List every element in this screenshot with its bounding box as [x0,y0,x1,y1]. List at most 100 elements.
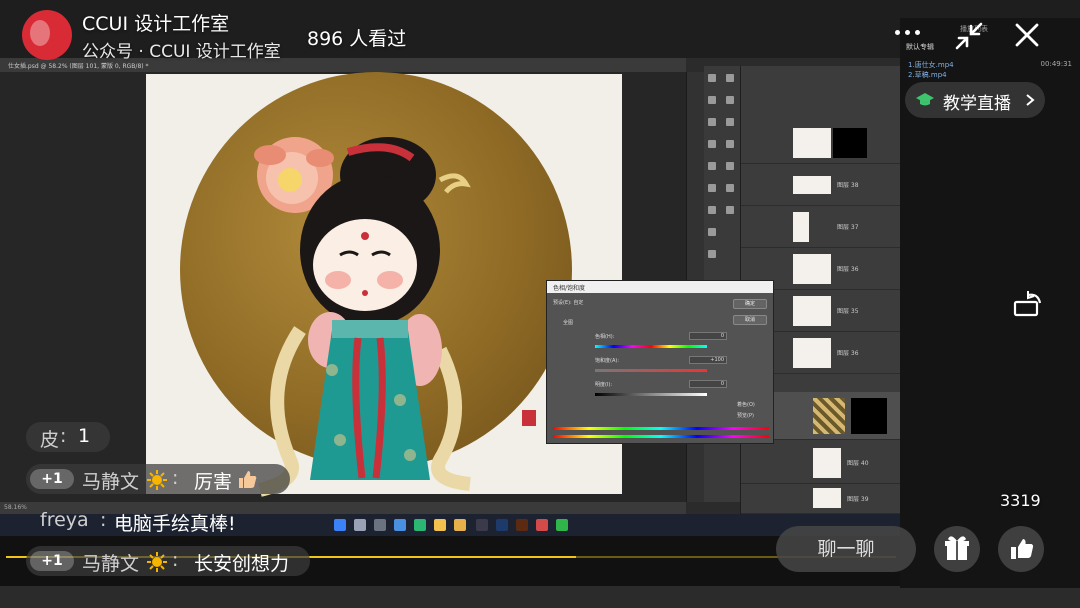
comment-item[interactable]: +1 马静文 : 长安创想力 [26,546,310,576]
lasso-tool-icon[interactable] [708,118,716,126]
comment-user: freya [40,509,89,531]
live-teaching-button[interactable]: 教学直播 [905,82,1045,118]
app2-icon[interactable] [536,519,548,531]
sun-emoji-icon [147,470,167,490]
zoom-tool-icon[interactable] [708,250,716,258]
marquee-tool-icon[interactable] [708,96,716,104]
crop-tool-icon[interactable] [708,140,716,148]
folder-icon[interactable] [434,519,446,531]
pen-tool-icon[interactable] [726,118,734,126]
layer-mask-thumbnail [851,398,887,434]
colorize-checkbox[interactable]: 着色(O) [737,401,755,408]
search-icon[interactable] [354,519,366,531]
more-icon[interactable] [893,22,923,42]
saturation-value-field[interactable]: +100 [689,356,727,364]
comment-text: 长安创想力 [194,553,290,575]
preview-checkbox[interactable]: 预览(P) [737,412,754,419]
select-tool-icon[interactable] [726,74,734,82]
playlist-item[interactable]: 1.唐仕女.mp4 [908,60,954,70]
hue-spectrum-top [553,427,769,430]
comment-text: 电脑手绘真棒! [114,513,236,535]
hue-label: 色相(H): [595,334,615,340]
playlist-item[interactable]: 2.草稿.mp4 [908,70,947,80]
layer-row[interactable]: 图层 39 [741,484,901,514]
comment-user: 马静文 [82,553,140,575]
eyedropper-tool-icon[interactable] [726,96,734,104]
like-button[interactable] [998,526,1044,572]
layer-thumbnail [793,212,809,242]
app-icon[interactable] [454,519,466,531]
host-name[interactable]: CCUI 设计工作室 [82,9,229,36]
sun-emoji-icon [147,552,167,572]
lightness-value-field[interactable]: 0 [689,380,727,388]
bridge-icon[interactable] [476,519,488,531]
comment-text: 厉害 [194,471,233,493]
comment-item[interactable]: freya : 电脑手绘真棒! [26,506,266,536]
live-teaching-label: 教学直播 [943,94,1011,114]
eraser-tool-icon[interactable] [708,184,716,192]
gift-button[interactable] [934,526,980,572]
ok-button[interactable]: 确定 [733,299,767,309]
dialog-titlebar: 色相/饱和度 [547,281,773,293]
layer-row[interactable]: 图层 38 [741,164,901,206]
wechat-icon[interactable] [556,519,568,531]
gift-icon [945,536,969,560]
layer-thumbnail [793,128,831,158]
text-tool-icon[interactable] [708,206,716,214]
explorer-icon[interactable] [394,519,406,531]
edge-icon[interactable] [414,519,426,531]
gradient-tool-icon[interactable] [726,140,734,148]
hue-saturation-dialog[interactable]: 色相/饱和度 预设(E): 自定 确定 取消 全图 色相(H): 0 饱和度(A… [546,280,774,444]
shape-tool-icon[interactable] [726,206,734,214]
dialog-title: 色相/饱和度 [553,285,586,292]
plus-one-badge: +1 [30,469,74,489]
viewer-count: 896 人看过 [307,28,407,50]
chat-button[interactable]: 聊一聊 [776,526,916,572]
layer-thumbnail [813,398,845,434]
stamp-tool-icon[interactable] [726,162,734,170]
cancel-button[interactable]: 取消 [733,315,767,325]
shrink-icon[interactable] [951,18,987,54]
comment-item[interactable]: +1 马静文 : 厉害 [26,464,290,494]
playlist-tab-album[interactable]: 默认专辑 [906,42,934,52]
layer-row[interactable]: 图层 37 [741,206,901,248]
hue-value-field[interactable]: 0 [689,332,727,340]
comment-separator: : [172,467,179,489]
layer-row[interactable] [741,122,901,164]
face [313,219,417,311]
thumbs-up-emoji-icon [239,471,257,488]
layer-thumbnail [813,448,841,478]
illustrator-icon[interactable] [516,519,528,531]
layer-thumbnail [793,296,831,326]
graduation-cap-icon [916,93,934,106]
layer-name: 图层 38 [837,182,859,189]
move-tool-icon[interactable] [708,74,716,82]
photoshop-icon[interactable] [496,519,508,531]
comment-item[interactable]: 皮 : 1 [26,422,110,452]
hue-slider[interactable] [595,345,707,348]
channel-select[interactable]: 全图 [563,319,573,326]
saturation-slider[interactable] [595,369,707,372]
ps-zoom-level: 58.16% [4,504,27,511]
lightness-slider[interactable] [595,393,707,396]
close-icon[interactable] [1010,18,1044,52]
taskview-icon[interactable] [374,519,386,531]
tang-lady-illustration [254,137,471,497]
layer-thumbnail [813,488,841,508]
windows-start-icon[interactable] [334,519,346,531]
hand-tool-icon[interactable] [708,228,716,236]
red-seal-stamp [522,410,536,426]
brush-tool-icon[interactable] [708,162,716,170]
blur-tool-icon[interactable] [726,184,734,192]
saturation-label: 饱和度(A): [595,358,620,364]
layer-row[interactable]: 图层 40 [741,442,901,484]
layer-name: 图层 40 [847,460,869,467]
layer-name: 图层 37 [837,224,859,231]
ps-document-tab-label: 仕女插.psd @ 58.2% (图层 101, 蒙版 0, RGB/8) * [8,63,149,70]
hue-spectrum-bottom [553,435,769,438]
dialog-preset[interactable]: 预设(E): 自定 [553,299,583,306]
lightness-label: 明度(I): [595,382,613,388]
layer-thumbnail [793,254,831,284]
rotate-screen-icon[interactable] [1010,288,1046,322]
host-avatar[interactable] [22,10,72,60]
